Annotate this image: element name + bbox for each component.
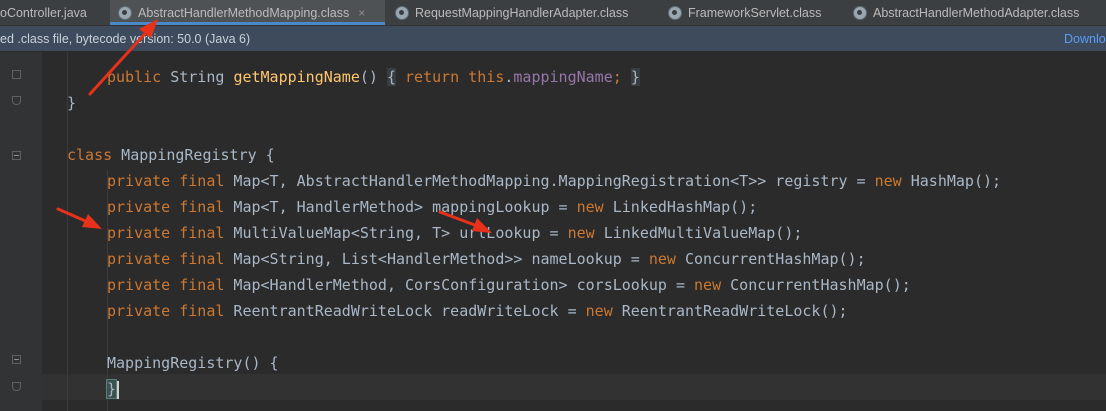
- annotation-layer: [56, 19, 492, 233]
- red-arrow: [56, 207, 102, 229]
- red-arrow: [438, 210, 492, 233]
- red-arrow: [88, 19, 158, 96]
